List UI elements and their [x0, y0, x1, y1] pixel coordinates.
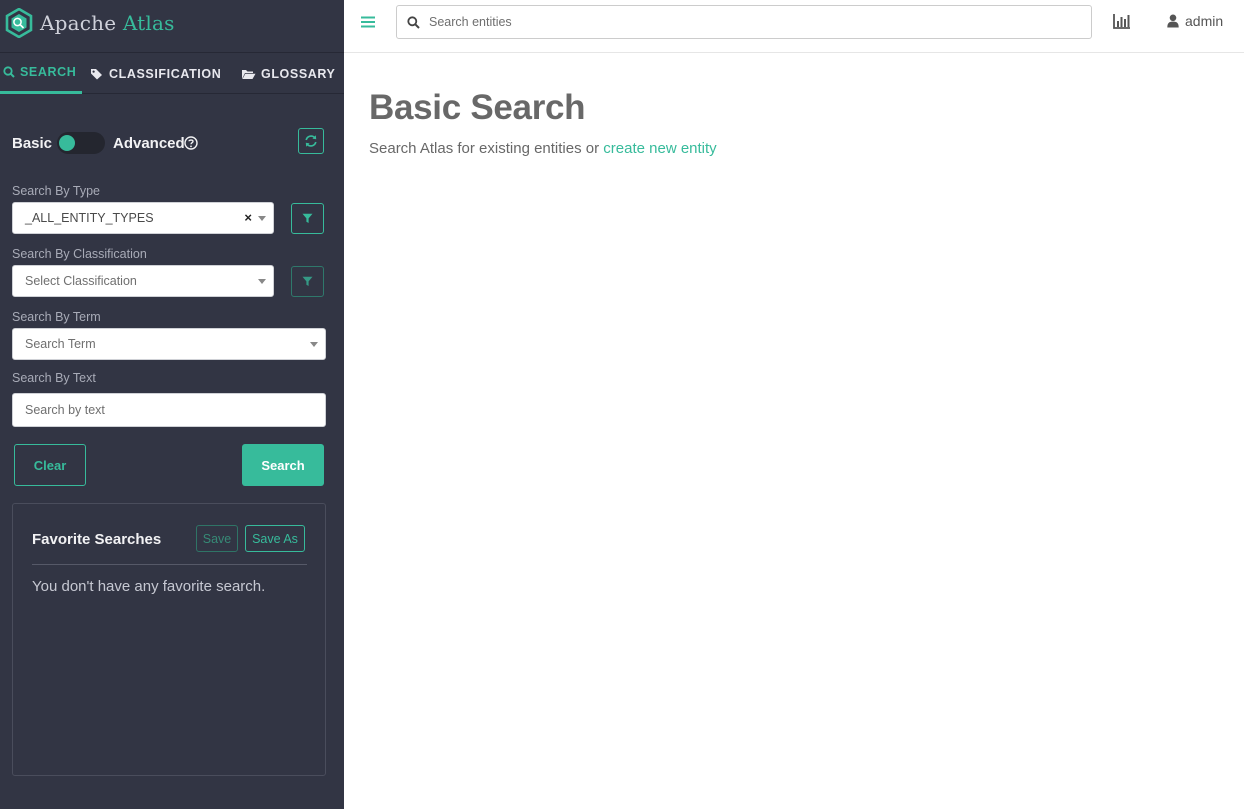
global-search-box — [396, 5, 1092, 39]
refresh-icon — [305, 135, 317, 147]
sidebar-tabs: SEARCH CLASSIFICATION GLOSSARY — [0, 53, 344, 94]
refresh-button[interactable] — [298, 128, 324, 154]
user-menu[interactable]: admin — [1167, 13, 1223, 29]
term-select-placeholder: Search Term — [25, 337, 96, 351]
user-icon — [1167, 14, 1179, 28]
tab-search[interactable]: SEARCH — [0, 53, 82, 94]
chevron-down-icon[interactable] — [258, 279, 266, 284]
brand-name-part2: Atlas — [122, 11, 175, 35]
search-icon — [407, 16, 420, 29]
filter-icon — [302, 213, 313, 223]
search-mode-toggle-row: Basic Advanced — [12, 128, 324, 158]
type-select-value: _ALL_ENTITY_TYPES — [25, 211, 154, 225]
global-search-input[interactable] — [429, 6, 1069, 38]
text-filter-label: Search By Text — [12, 371, 96, 385]
brand-header: Apache Atlas — [0, 0, 344, 53]
search-mode-switch[interactable] — [57, 132, 105, 154]
sidebar: Apache Atlas SEARCH CLASSIFICATION GLOSS… — [0, 0, 344, 809]
classification-filter-label: Search By Classification — [12, 247, 147, 261]
classification-filter-button[interactable] — [291, 266, 324, 297]
search-icon — [3, 66, 15, 78]
type-filter-label: Search By Type — [12, 184, 101, 198]
advanced-mode-label[interactable]: Advanced — [113, 135, 185, 152]
favorites-empty-message: You don't have any favorite search. — [32, 578, 266, 595]
clear-selection-icon[interactable]: × — [244, 210, 252, 225]
tab-glossary[interactable]: GLOSSARY — [241, 53, 335, 94]
basic-mode-label[interactable]: Basic — [12, 135, 52, 152]
term-filter-label: Search By Term — [12, 310, 101, 324]
search-button[interactable]: Search — [242, 444, 324, 486]
clear-button[interactable]: Clear — [14, 444, 86, 486]
tab-classification-label: CLASSIFICATION — [109, 66, 222, 81]
question-circle-icon[interactable] — [184, 136, 198, 150]
page-subtitle: Search Atlas for existing entities or cr… — [369, 140, 717, 157]
chevron-down-icon[interactable] — [258, 216, 266, 221]
tag-icon — [91, 68, 102, 79]
favorite-searches-panel: Favorite Searches Save Save As You don't… — [12, 503, 326, 776]
classification-select[interactable]: Select Classification — [12, 265, 274, 297]
divider — [32, 564, 307, 565]
classification-select-placeholder: Select Classification — [25, 274, 137, 288]
page-subtitle-text: Search Atlas for existing entities or — [369, 140, 604, 157]
brand-name[interactable]: Apache Atlas — [40, 11, 175, 35]
page-title: Basic Search — [369, 88, 586, 127]
chevron-down-icon[interactable] — [310, 342, 318, 347]
switch-knob — [59, 135, 75, 151]
hamburger-menu-icon[interactable] — [361, 16, 375, 28]
filter-icon — [302, 276, 313, 286]
top-header: admin — [344, 0, 1244, 53]
tab-glossary-label: GLOSSARY — [261, 66, 336, 81]
atlas-logo-icon[interactable] — [5, 8, 33, 38]
text-search-input[interactable] — [12, 393, 326, 427]
type-select[interactable]: _ALL_ENTITY_TYPES × — [12, 202, 274, 234]
folder-open-icon — [242, 69, 256, 79]
tab-classification[interactable]: CLASSIFICATION — [90, 53, 221, 94]
brand-name-part1: Apache — [40, 11, 117, 35]
type-filter-button[interactable] — [291, 203, 324, 234]
user-name: admin — [1185, 13, 1224, 29]
favorite-searches-title: Favorite Searches — [32, 531, 162, 548]
tab-search-label: SEARCH — [20, 65, 77, 79]
bar-chart-icon[interactable] — [1113, 13, 1131, 29]
create-new-entity-link[interactable]: create new entity — [603, 140, 716, 157]
save-favorite-button[interactable]: Save — [196, 525, 238, 552]
save-as-favorite-button[interactable]: Save As — [245, 525, 305, 552]
term-select[interactable]: Search Term — [12, 328, 326, 360]
